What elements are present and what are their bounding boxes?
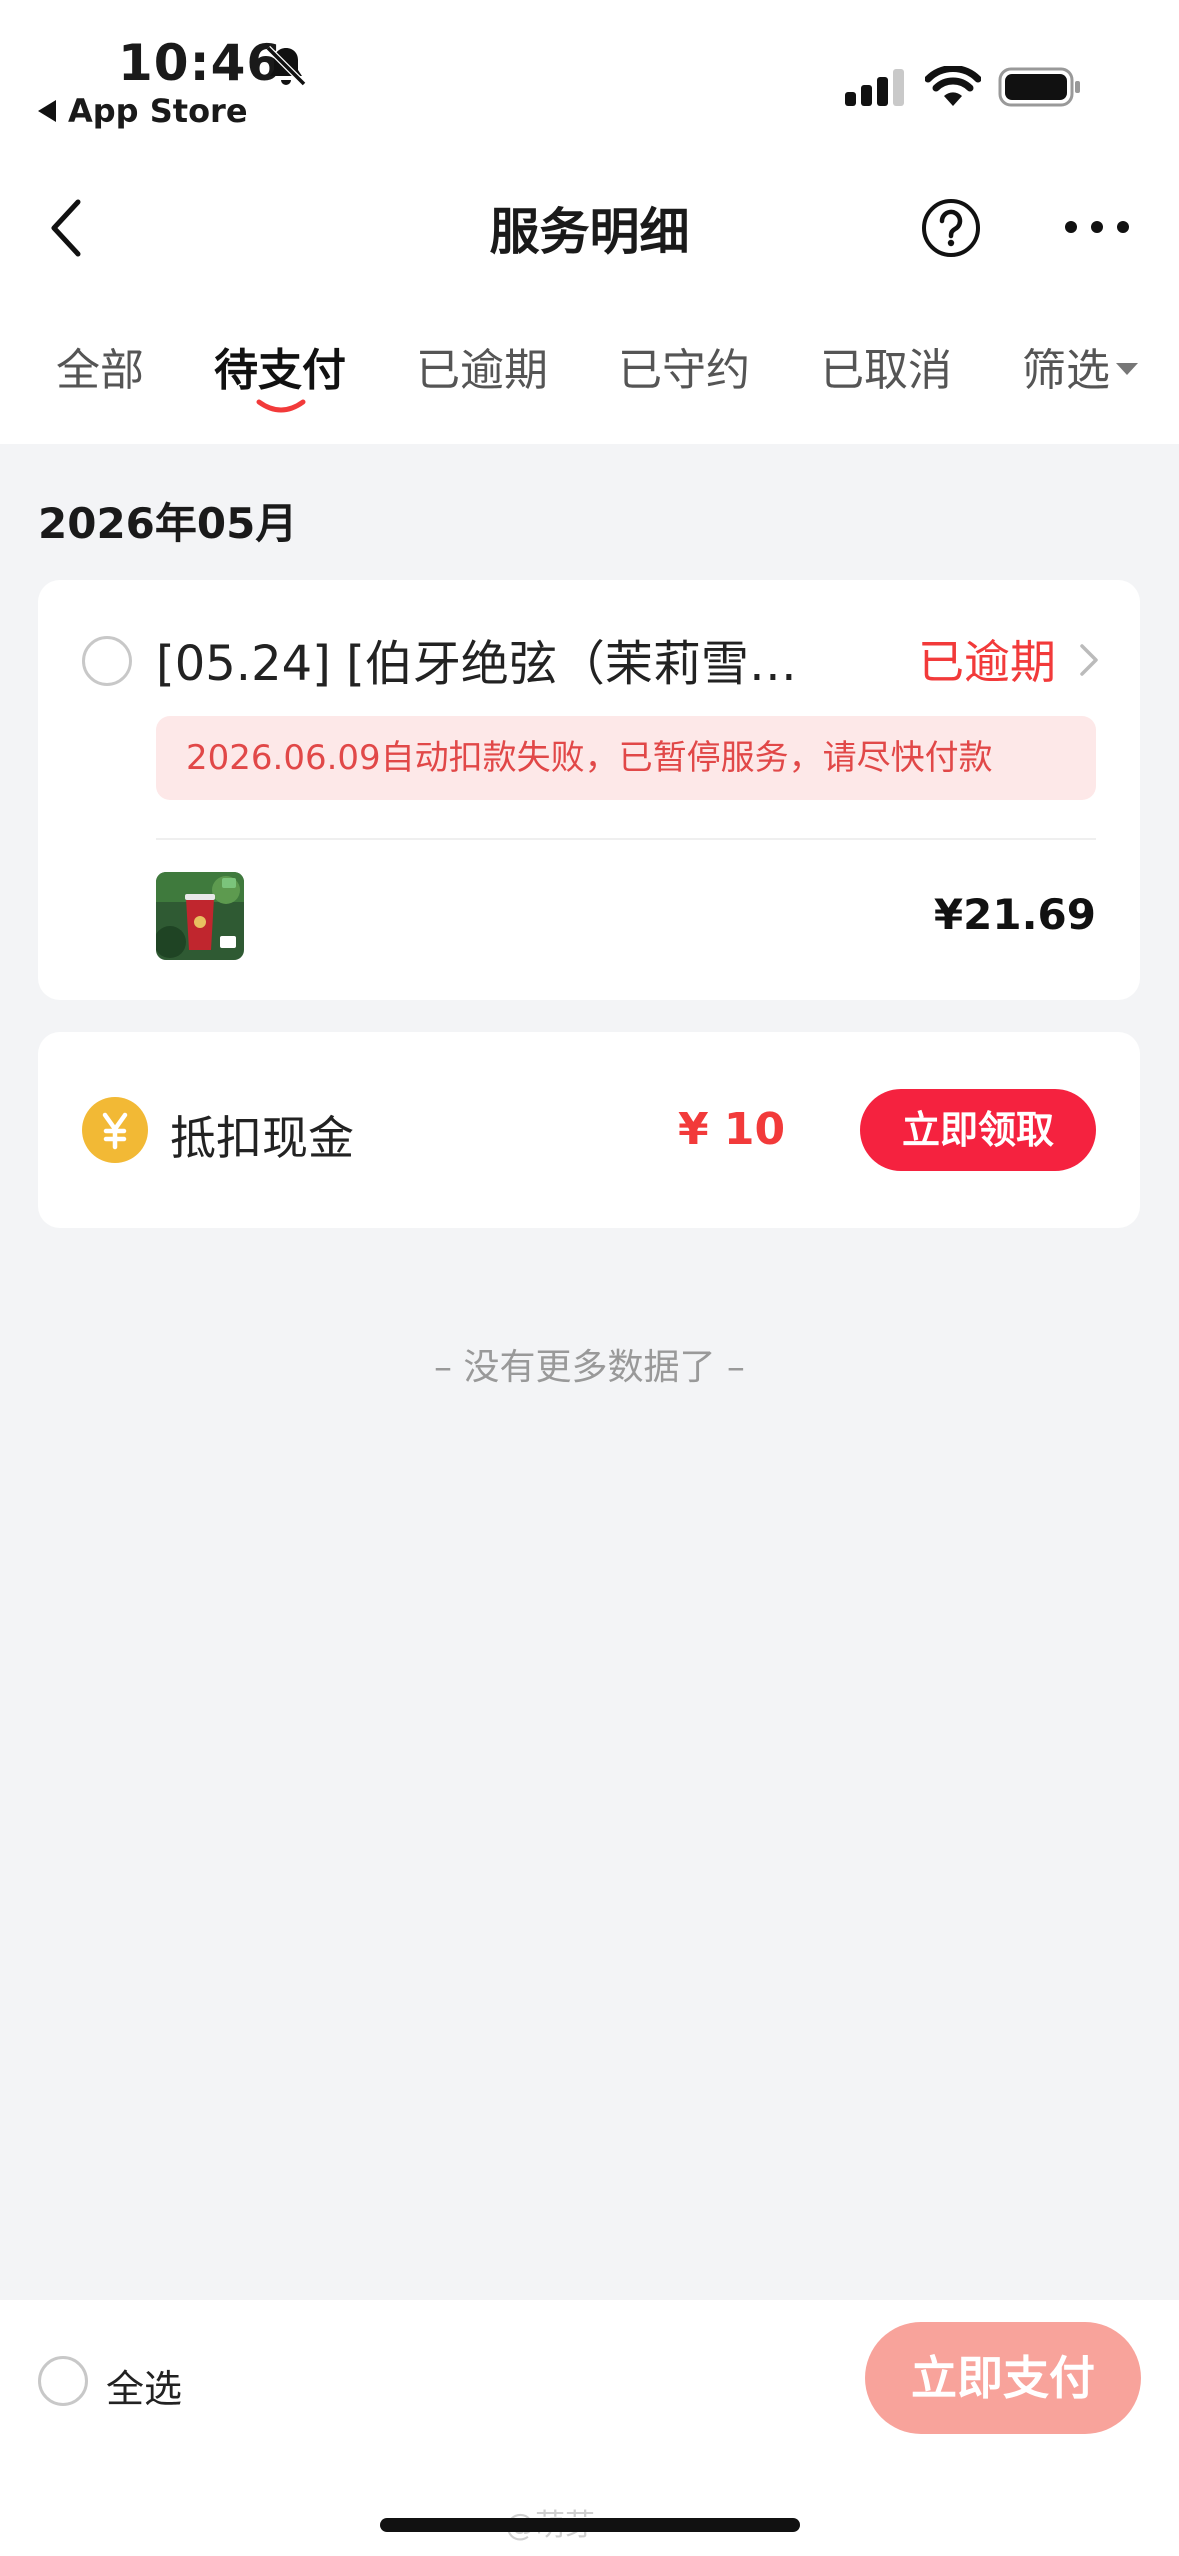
order-select-radio[interactable] bbox=[82, 636, 132, 686]
tab-filter[interactable]: 筛选 bbox=[1022, 334, 1138, 398]
product-thumbnail[interactable] bbox=[156, 872, 244, 960]
home-indicator[interactable] bbox=[380, 2518, 800, 2532]
coupon-card: 抵扣现金 ¥ 10 立即领取 bbox=[38, 1032, 1140, 1228]
active-tab-indicator bbox=[256, 399, 306, 413]
help-circle-icon[interactable] bbox=[920, 197, 982, 259]
tab-pending-payment[interactable]: 待支付 bbox=[214, 334, 346, 398]
back-triangle-icon bbox=[38, 100, 56, 122]
battery-icon bbox=[998, 67, 1080, 107]
coupon-amount: ¥ 10 bbox=[678, 1104, 786, 1155]
select-all-radio[interactable] bbox=[38, 2356, 88, 2406]
card-divider bbox=[156, 838, 1096, 840]
caret-down-icon bbox=[1116, 363, 1138, 375]
tab-cancelled[interactable]: 已取消 bbox=[820, 334, 952, 398]
pay-now-button[interactable]: 立即支付 bbox=[865, 2322, 1141, 2434]
claim-coupon-button[interactable]: 立即领取 bbox=[860, 1089, 1096, 1171]
order-price: ¥21.69 bbox=[933, 890, 1096, 939]
status-time: 10:46 bbox=[118, 34, 283, 92]
coupon-label: 抵扣现金 bbox=[170, 1111, 354, 1165]
bottom-action-bar: 全选 立即支付 @萌芽 bbox=[0, 2300, 1179, 2556]
payment-failed-alert: 2026.06.09自动扣款失败，已暂停服务，请尽快付款 bbox=[156, 716, 1096, 800]
order-title[interactable]: [05.24] [伯牙绝弦（茉莉雪芽… bbox=[156, 624, 836, 694]
tab-filter-label: 筛选 bbox=[1022, 345, 1110, 396]
filter-tabs: 全部 待支付 已逾期 已守约 已取消 筛选 bbox=[0, 334, 1179, 404]
back-to-app-store[interactable]: App Store bbox=[38, 92, 248, 130]
chevron-right-icon[interactable] bbox=[1078, 642, 1100, 678]
more-dots-icon[interactable] bbox=[1062, 212, 1132, 242]
select-all-label[interactable]: 全选 bbox=[106, 2358, 182, 2413]
order-card[interactable]: [05.24] [伯牙绝弦（茉莉雪芽… 已逾期 2026.06.09自动扣款失败… bbox=[38, 580, 1140, 1000]
page-title: 服务明细 bbox=[489, 203, 690, 261]
yuan-coin-icon bbox=[82, 1097, 148, 1163]
tab-overdue[interactable]: 已逾期 bbox=[416, 334, 548, 398]
wifi-icon bbox=[925, 66, 981, 106]
back-app-label: App Store bbox=[68, 92, 248, 130]
month-header: 2026年05月 bbox=[38, 499, 298, 548]
order-status-badge: 已逾期 bbox=[918, 635, 1056, 689]
bell-slash-icon bbox=[265, 45, 307, 87]
cellular-signal-icon bbox=[845, 69, 904, 106]
tab-kept[interactable]: 已守约 bbox=[618, 334, 750, 398]
no-more-data-text: – 没有更多数据了 – bbox=[434, 1347, 745, 1388]
tab-all[interactable]: 全部 bbox=[56, 334, 144, 398]
